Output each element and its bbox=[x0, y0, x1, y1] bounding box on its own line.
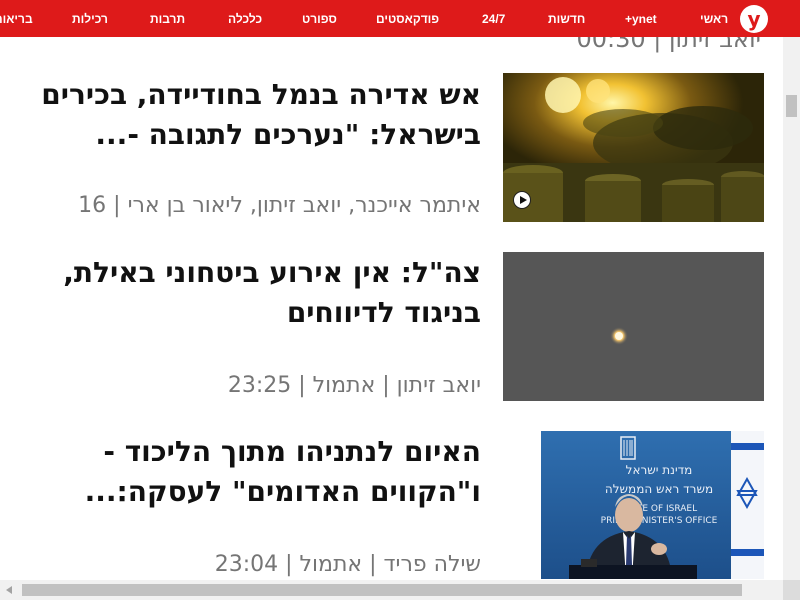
nav-item-health[interactable]: בריאות bbox=[0, 11, 33, 27]
nav-item-gossip[interactable]: רכילות bbox=[72, 11, 108, 27]
article-headline[interactable]: האיום לנתניהו מתוך הליכוד - ו"הקווים האד… bbox=[11, 432, 481, 512]
article-byline: איתמר אייכנר, יואב זיתון, ליאור בן ארי |… bbox=[78, 193, 481, 218]
netanyahu-podium-image: מדינת ישראל משרד ראש הממשלה STATE OF ISR… bbox=[541, 431, 764, 579]
article-byline: שילה פריד | אתמול | 23:04 bbox=[214, 552, 481, 577]
article-thumbnail[interactable] bbox=[503, 252, 764, 401]
horizontal-scroll-thumb[interactable] bbox=[22, 584, 742, 596]
partial-byline: יואב זיתון | 00:30 bbox=[576, 37, 762, 53]
nav-item-culture[interactable]: תרבות bbox=[150, 11, 185, 27]
article-item[interactable]: האיום לנתניהו מתוך הליכוד - ו"הקווים האד… bbox=[0, 430, 783, 580]
fire-port-image bbox=[503, 73, 764, 222]
play-video-icon[interactable] bbox=[513, 191, 531, 209]
article-thumbnail[interactable] bbox=[503, 73, 764, 222]
ynet-logo[interactable]: y bbox=[740, 5, 768, 33]
article-item[interactable]: אש אדירה בנמל בחודיידה, בכירים בישראל: "… bbox=[0, 71, 783, 223]
seal-text-line1: מדינת ישראל bbox=[626, 463, 693, 477]
nav-item-24-7[interactable]: 24/7 bbox=[482, 11, 505, 27]
nav-item-home[interactable]: ראשי bbox=[700, 11, 728, 27]
article-thumbnail[interactable]: מדינת ישראל משרד ראש הממשלה STATE OF ISR… bbox=[541, 431, 764, 579]
top-navigation-bar: y ראשי +ynet חדשות 24/7 פודקאסטים ספורט … bbox=[0, 0, 800, 37]
night-sky-light-image bbox=[503, 252, 764, 401]
seal-text-line2: משרד ראש הממשלה bbox=[605, 482, 713, 496]
news-feed: יואב זיתון | 00:30 אש אדירה בנמל בחודייד… bbox=[0, 37, 783, 580]
scroll-left-arrow-icon[interactable] bbox=[6, 586, 12, 594]
vertical-scroll-thumb[interactable] bbox=[786, 95, 797, 117]
scrollbar-corner bbox=[783, 580, 800, 600]
logo-letter: y bbox=[747, 7, 761, 31]
vertical-scrollbar[interactable] bbox=[783, 37, 800, 580]
article-item[interactable]: צה"ל: אין אירוע ביטחוני באילת, בניגוד לד… bbox=[0, 251, 783, 401]
nav-item-news[interactable]: חדשות bbox=[548, 11, 585, 27]
nav-item-podcasts[interactable]: פודקאסטים bbox=[376, 11, 439, 27]
nav-item-economy[interactable]: כלכלה bbox=[228, 11, 262, 27]
article-headline[interactable]: אש אדירה בנמל בחודיידה, בכירים בישראל: "… bbox=[11, 75, 481, 155]
nav-item-sport[interactable]: ספורט bbox=[302, 11, 337, 27]
article-headline[interactable]: צה"ל: אין אירוע ביטחוני באילת, בניגוד לד… bbox=[11, 253, 481, 333]
nav-item-ynet-plus[interactable]: +ynet bbox=[625, 11, 657, 27]
article-byline: יואב זיתון | אתמול | 23:25 bbox=[227, 373, 481, 398]
horizontal-scrollbar[interactable] bbox=[0, 580, 800, 600]
